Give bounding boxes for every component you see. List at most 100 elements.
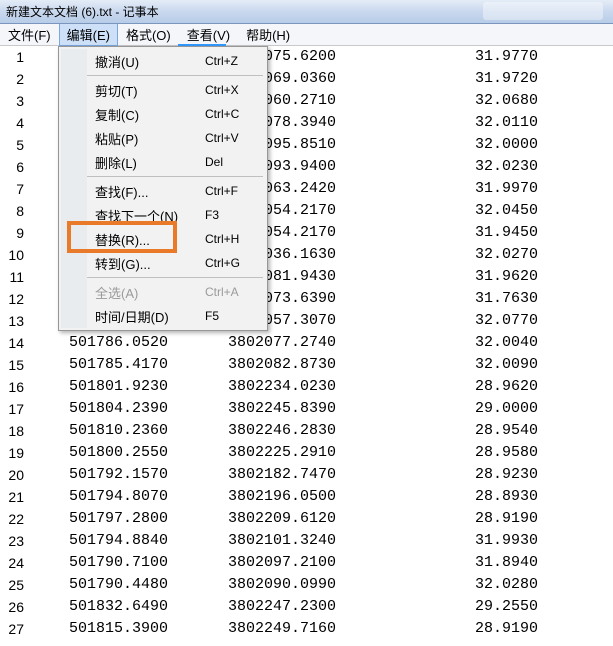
line-number: 24: [0, 552, 24, 574]
col3-value: 31.9720: [398, 68, 538, 90]
text-row[interactable]: 501810.23603802246.283028.9540: [28, 420, 613, 442]
col3-value: 31.9770: [398, 46, 538, 68]
line-number: 20: [0, 464, 24, 486]
menu-file[interactable]: 文件(F): [0, 23, 59, 46]
text-row[interactable]: 501794.80703802196.050028.8930: [28, 486, 613, 508]
col2-value: 3802209.6120: [228, 508, 398, 530]
menu-item[interactable]: 撤消(U)Ctrl+Z: [87, 49, 265, 73]
text-row[interactable]: 501801.92303802234.023028.9620: [28, 376, 613, 398]
line-number: 26: [0, 596, 24, 618]
col1-value: 501832.6490: [28, 596, 178, 618]
menu-item-label: 查找(F)...: [95, 182, 205, 201]
line-number: 19: [0, 442, 24, 464]
menu-item-label: 转到(G)...: [95, 254, 205, 273]
menu-item-shortcut: Ctrl+C: [205, 107, 265, 121]
line-number: 23: [0, 530, 24, 552]
menu-item[interactable]: 删除(L)Del: [87, 150, 265, 174]
menu-format[interactable]: 格式(O): [118, 23, 179, 46]
col2-value: 3802090.0990: [228, 574, 398, 596]
menu-separator: [87, 176, 263, 177]
line-number: 22: [0, 508, 24, 530]
text-row[interactable]: 501794.8840 3802101.324031.9930: [28, 530, 613, 552]
line-number: 9: [0, 222, 24, 244]
col3-value: 28.9230: [398, 464, 538, 486]
col1-value: 501800.2550: [28, 442, 178, 464]
col3-value: 32.0270: [398, 244, 538, 266]
line-number: 13: [0, 310, 24, 332]
col3-value: 31.8940: [398, 552, 538, 574]
col1-value: 501810.2360: [28, 420, 178, 442]
col2-value: 3802182.7470: [228, 464, 398, 486]
menu-item[interactable]: 时间/日期(D)F5: [87, 304, 265, 328]
menu-item[interactable]: 转到(G)...Ctrl+G: [87, 251, 265, 275]
col1-value: 501792.1570: [28, 464, 178, 486]
col1-value: 501794.8840: [28, 530, 178, 552]
menu-edit[interactable]: 编辑(E): [59, 23, 118, 46]
text-row[interactable]: 501790.71003802097.210031.8940: [28, 552, 613, 574]
col2-value: 3802101.3240: [228, 530, 398, 552]
col3-value: 32.0090: [398, 354, 538, 376]
col3-value: 32.0280: [398, 574, 538, 596]
col2-value: 3802196.0500: [228, 486, 398, 508]
line-number: 7: [0, 178, 24, 200]
line-number: 2: [0, 68, 24, 90]
col3-value: 31.9620: [398, 266, 538, 288]
menu-item-shortcut: Del: [205, 155, 265, 169]
text-row[interactable]: 501815.39003802249.716028.9190: [28, 618, 613, 640]
menu-separator: [87, 277, 263, 278]
text-row[interactable]: 501785.41703802082.873032.0090: [28, 354, 613, 376]
menu-item[interactable]: 替换(R)...Ctrl+H: [87, 227, 265, 251]
text-row[interactable]: 501832.64903802247.230029.2550: [28, 596, 613, 618]
menu-item[interactable]: 复制(C)Ctrl+C: [87, 102, 265, 126]
menu-help[interactable]: 帮助(H): [238, 23, 298, 46]
col3-value: 28.9580: [398, 442, 538, 464]
col3-value: 31.9930: [398, 530, 538, 552]
col1-value: 501804.2390: [28, 398, 178, 420]
menu-separator: [87, 75, 263, 76]
line-number: 6: [0, 156, 24, 178]
line-number: 3: [0, 90, 24, 112]
line-number: 18: [0, 420, 24, 442]
menu-item-label: 撤消(U): [95, 52, 205, 71]
col2-value: 3802234.0230: [228, 376, 398, 398]
line-number: 10: [0, 244, 24, 266]
menu-item-shortcut: Ctrl+A: [205, 285, 265, 299]
text-row[interactable]: 501786.05203802077.274032.0040: [28, 332, 613, 354]
window-titlebar: 新建文本文档 (6).txt - 记事本: [0, 0, 613, 24]
line-number: 14: [0, 332, 24, 354]
menu-item-label: 粘贴(P): [95, 129, 205, 148]
col2-value: 3802077.2740: [228, 332, 398, 354]
line-gutter: 1234567891011121314151617181920212223242…: [0, 46, 28, 646]
col3-value: 32.0680: [398, 90, 538, 112]
menu-view[interactable]: 查看(V): [179, 23, 238, 46]
menu-item[interactable]: 粘贴(P)Ctrl+V: [87, 126, 265, 150]
col2-value: 3802225.2910: [228, 442, 398, 464]
col3-value: 32.0770: [398, 310, 538, 332]
col1-value: 501797.2800: [28, 508, 178, 530]
text-row[interactable]: 501797.28003802209.612028.9190: [28, 508, 613, 530]
menu-item[interactable]: 查找下一个(N)F3: [87, 203, 265, 227]
col3-value: 29.0000: [398, 398, 538, 420]
col2-value: 3802245.8390: [228, 398, 398, 420]
col3-value: 31.9970: [398, 178, 538, 200]
col3-value: 32.0000: [398, 134, 538, 156]
col3-value: 29.2550: [398, 596, 538, 618]
menu-item[interactable]: 剪切(T)Ctrl+X: [87, 78, 265, 102]
menu-item-label: 查找下一个(N): [95, 206, 205, 225]
col2-value: 3802097.2100: [228, 552, 398, 574]
menu-item: 全选(A)Ctrl+A: [87, 280, 265, 304]
menubar: 文件(F) 编辑(E) 格式(O) 查看(V) 帮助(H): [0, 24, 613, 46]
menu-item-label: 复制(C): [95, 105, 205, 124]
text-row[interactable]: 501800.2550 3802225.291028.9580: [28, 442, 613, 464]
col3-value: 32.0450: [398, 200, 538, 222]
line-number: 4: [0, 112, 24, 134]
text-row[interactable]: 501804.2390 3802245.839029.0000: [28, 398, 613, 420]
col2-value: 3802246.2830: [228, 420, 398, 442]
text-row[interactable]: 501790.44803802090.099032.0280: [28, 574, 613, 596]
text-row[interactable]: 501792.1570 3802182.747028.9230: [28, 464, 613, 486]
menu-item[interactable]: 查找(F)...Ctrl+F: [87, 179, 265, 203]
col3-value: 28.9190: [398, 618, 538, 640]
col3-value: 31.7630: [398, 288, 538, 310]
col3-value: 32.0110: [398, 112, 538, 134]
menu-item-shortcut: Ctrl+G: [205, 256, 265, 270]
